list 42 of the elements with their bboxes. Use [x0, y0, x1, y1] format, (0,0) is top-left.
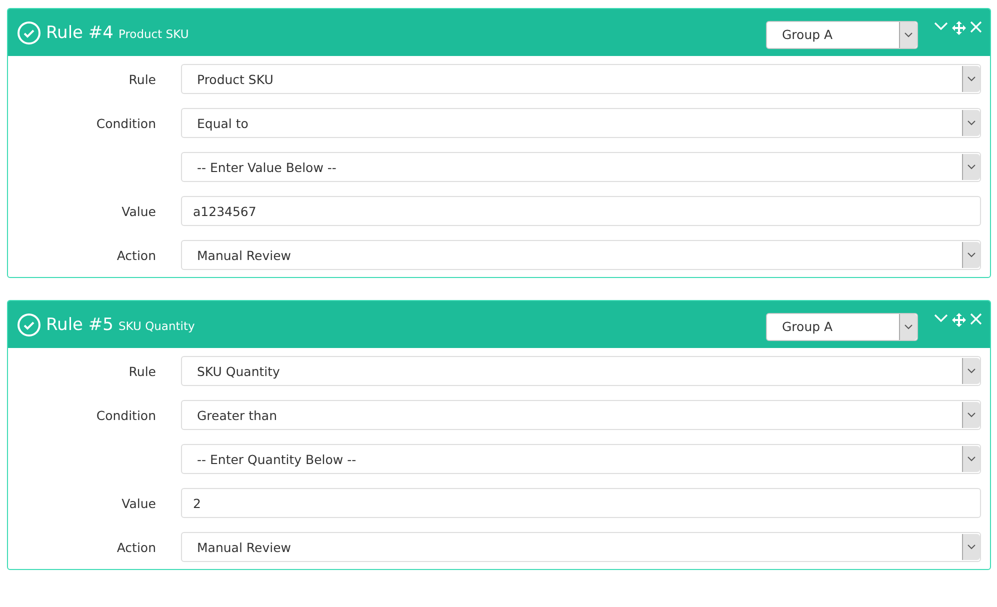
group-select[interactable]: Group A	[766, 312, 918, 340]
caret-icon	[904, 32, 913, 38]
field-label: Condition	[95, 116, 156, 130]
select-field[interactable]: Equal to	[181, 108, 981, 138]
caret-icon	[967, 120, 976, 126]
caret-icon	[967, 456, 976, 462]
caret-icon	[967, 412, 976, 418]
input-field[interactable]: a1234567	[181, 196, 981, 226]
rule-subtitle: Product SKU	[118, 27, 189, 41]
chevron-down-icon[interactable]	[934, 21, 948, 31]
caret-icon	[967, 252, 976, 258]
caret-icon	[904, 324, 913, 330]
field-label: Rule	[128, 72, 156, 86]
check-circle-icon	[17, 20, 41, 44]
caret-icon	[967, 76, 976, 82]
field-label: Condition	[95, 408, 156, 422]
rule-title: Rule #5	[46, 314, 114, 334]
rule-title: Rule #4	[46, 22, 114, 42]
move-icon[interactable]	[952, 21, 966, 35]
check-circle-icon	[17, 312, 41, 336]
select-field[interactable]: Greater than	[181, 400, 981, 430]
caret-icon	[967, 544, 976, 550]
input-field[interactable]: 2	[181, 488, 981, 518]
caret-icon	[967, 164, 976, 170]
select-field[interactable]: -- Enter Value Below --	[181, 152, 981, 182]
close-icon[interactable]	[970, 313, 982, 325]
move-icon[interactable]	[952, 313, 966, 327]
field-label: Rule	[128, 364, 156, 378]
rule-subtitle: SKU Quantity	[118, 319, 195, 333]
field-label: Action	[116, 540, 156, 554]
field-label: Value	[120, 204, 156, 218]
field-label: Action	[116, 248, 156, 262]
select-field[interactable]: -- Enter Quantity Below --	[181, 444, 981, 474]
select-field[interactable]: Product SKU	[181, 64, 981, 94]
select-field[interactable]: SKU Quantity	[181, 356, 981, 386]
group-select[interactable]: Group A	[766, 20, 918, 48]
select-field[interactable]: Manual Review	[181, 532, 981, 562]
select-field[interactable]: Manual Review	[181, 240, 981, 270]
chevron-down-icon[interactable]	[934, 313, 948, 323]
caret-icon	[967, 368, 976, 374]
field-label: Value	[120, 496, 156, 510]
close-icon[interactable]	[970, 21, 982, 33]
